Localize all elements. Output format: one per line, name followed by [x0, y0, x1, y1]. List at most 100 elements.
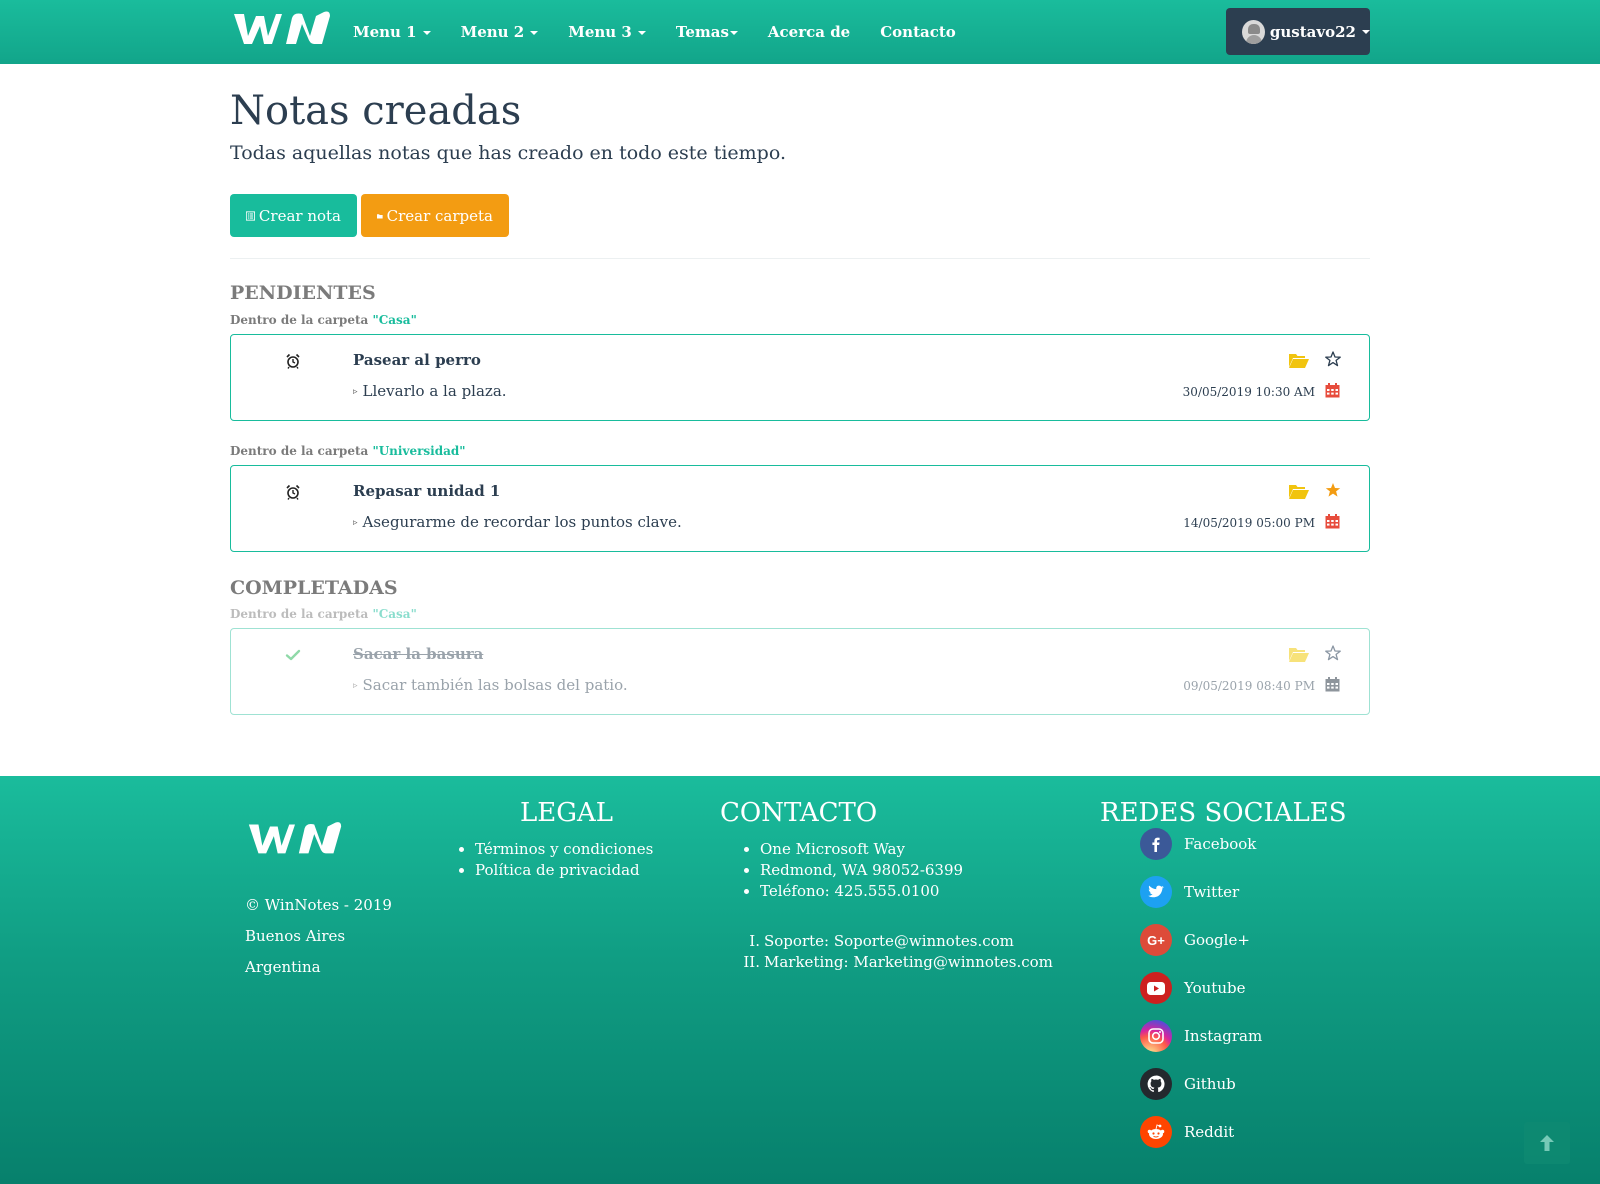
folder-open-icon[interactable]	[1289, 646, 1309, 662]
youtube-icon	[1140, 972, 1172, 1004]
star-filled-icon[interactable]	[1325, 482, 1341, 498]
note-description-text: Llevarlo a la plaza.	[362, 382, 507, 400]
instagram-icon	[1140, 1020, 1172, 1052]
folder-prefix: Dentro de la carpeta	[230, 313, 369, 327]
chevron-down-icon	[1362, 29, 1370, 34]
chevron-down-icon	[637, 31, 646, 35]
note-folder-label: Dentro de la carpeta "Casa"	[230, 607, 417, 621]
social-label: Instagram	[1184, 1027, 1263, 1045]
menu-item-3-label: Menu 3	[568, 23, 632, 41]
section-title-pending: PENDIENTES	[230, 282, 376, 304]
page-title: Notas creadas	[230, 88, 522, 134]
folder-prefix: Dentro de la carpeta	[230, 607, 369, 621]
menu-item-contacto[interactable]: Contacto	[880, 23, 956, 41]
note-folder-label: Dentro de la carpeta "Universidad"	[230, 444, 466, 458]
list-alt-icon	[246, 210, 255, 221]
page-subtitle: Todas aquellas notas que has creado en t…	[230, 142, 786, 164]
footer-contact-heading: CONTACTO	[720, 798, 878, 828]
folder-open-icon[interactable]	[1289, 483, 1309, 499]
social-link-reddit[interactable]: Reddit	[1140, 1116, 1234, 1148]
contact-email-text: Marketing: Marketing@winnotes.com	[764, 953, 1053, 971]
contact-email-marketing[interactable]: II. Marketing: Marketing@winnotes.com	[740, 952, 1053, 973]
social-link-facebook[interactable]: Facebook	[1140, 828, 1256, 860]
social-link-instagram[interactable]: Instagram	[1140, 1020, 1262, 1052]
reddit-icon	[1140, 1116, 1172, 1148]
list-number: II.	[743, 953, 760, 971]
note-description: ▹ Sacar también las bolsas del patio.	[353, 676, 628, 694]
social-link-youtube[interactable]: Youtube	[1140, 972, 1245, 1004]
contact-email-support[interactable]: I. Soporte: Soporte@winnotes.com	[740, 931, 1053, 952]
facebook-icon	[1140, 828, 1172, 860]
footer-legal-heading: LEGAL	[520, 798, 614, 828]
contact-address-line1: One Microsoft Way	[760, 839, 963, 860]
contact-address-line2: Redmond, WA 98052-6399	[760, 860, 963, 881]
folder-name[interactable]: "Casa"	[372, 313, 416, 327]
legal-link-privacy[interactable]: Política de privacidad	[475, 860, 653, 881]
social-label: Github	[1184, 1075, 1236, 1093]
social-label: Facebook	[1184, 835, 1257, 853]
section-title-completed: COMPLETADAS	[230, 577, 398, 599]
google-plus-icon: G+	[1140, 924, 1172, 956]
note-description-text: Asegurarme de recordar los puntos clave.	[362, 513, 682, 531]
folder-icon	[377, 213, 383, 218]
social-link-twitter[interactable]: Twitter	[1140, 876, 1239, 908]
menu-item-1-label: Menu 1	[353, 23, 417, 41]
github-icon	[1140, 1068, 1172, 1100]
folder-prefix: Dentro de la carpeta	[230, 444, 369, 458]
social-label: Youtube	[1184, 979, 1246, 997]
menu-item-2[interactable]: Menu 2	[461, 23, 539, 41]
scroll-to-top-button[interactable]	[1524, 1122, 1570, 1164]
note-date: 30/05/2019 10:30 AM	[1182, 385, 1315, 399]
folder-name[interactable]: "Casa"	[372, 607, 416, 621]
star-outline-icon[interactable]	[1325, 351, 1341, 367]
legal-links: Términos y condiciones Política de priva…	[455, 839, 653, 881]
folder-open-icon[interactable]	[1289, 352, 1309, 368]
menu-item-1[interactable]: Menu 1	[353, 23, 431, 41]
note-card[interactable]: Repasar unidad 1 ▹ Asegurarme de recordar…	[230, 465, 1370, 552]
chevron-down-icon	[729, 31, 738, 35]
caret-right-icon: ▹	[353, 518, 358, 528]
social-label: Google+	[1184, 931, 1250, 949]
contact-email-text: Soporte: Soporte@winnotes.com	[764, 932, 1014, 950]
create-note-button[interactable]: Crear nota	[230, 194, 357, 237]
calendar-icon	[1325, 677, 1340, 692]
create-folder-button[interactable]: Crear carpeta	[361, 194, 509, 237]
note-description-text: Sacar también las bolsas del patio.	[362, 676, 628, 694]
social-link-github[interactable]: Github	[1140, 1068, 1236, 1100]
footer: © WinNotes - 2019 Buenos Aires Argentina…	[0, 776, 1600, 1184]
folder-name[interactable]: "Universidad"	[372, 444, 465, 458]
note-title: Sacar la basura	[353, 645, 484, 663]
note-card[interactable]: Pasear al perro ▹ Llevarlo a la plaza. 30…	[230, 334, 1370, 421]
list-number: I.	[749, 932, 760, 950]
star-outline-icon[interactable]	[1325, 645, 1341, 661]
legal-link-terms[interactable]: Términos y condiciones	[475, 839, 653, 860]
main-menu: Menu 1 Menu 2 Menu 3 Temas Acerca de Con…	[353, 0, 986, 64]
arrow-up-icon	[1540, 1135, 1554, 1151]
social-label: Reddit	[1184, 1123, 1235, 1141]
note-title: Pasear al perro	[353, 351, 481, 369]
chevron-down-icon	[530, 31, 539, 35]
brand-logo[interactable]	[230, 8, 334, 48]
note-description: ▹ Asegurarme de recordar los puntos clave…	[353, 513, 682, 531]
footer-social-heading: REDES SOCIALES	[1100, 798, 1347, 828]
contact-phone: Teléfono: 425.555.0100	[760, 881, 963, 902]
note-title: Repasar unidad 1	[353, 482, 501, 500]
menu-item-temas[interactable]: Temas	[676, 23, 738, 41]
note-date: 14/05/2019 05:00 PM	[1183, 516, 1315, 530]
user-menu-button[interactable]: gustavo22	[1226, 8, 1370, 55]
note-folder-label: Dentro de la carpeta "Casa"	[230, 313, 417, 327]
note-card-completed[interactable]: Sacar la basura ▹ Sacar también las bolsa…	[230, 628, 1370, 715]
menu-item-3[interactable]: Menu 3	[568, 23, 646, 41]
twitter-icon	[1140, 876, 1172, 908]
menu-item-acerca[interactable]: Acerca de	[768, 23, 850, 41]
caret-right-icon: ▹	[353, 387, 358, 397]
note-description: ▹ Llevarlo a la plaza.	[353, 382, 507, 400]
footer-brand-logo	[248, 822, 342, 854]
footer-copyright: © WinNotes - 2019	[245, 896, 392, 914]
social-link-google-plus[interactable]: G+ Google+	[1140, 924, 1250, 956]
avatar	[1242, 19, 1265, 44]
footer-country: Argentina	[245, 958, 321, 976]
navbar: Menu 1 Menu 2 Menu 3 Temas Acerca de Con…	[0, 0, 1600, 64]
check-icon	[285, 649, 301, 661]
note-date: 09/05/2019 08:40 PM	[1183, 679, 1315, 693]
